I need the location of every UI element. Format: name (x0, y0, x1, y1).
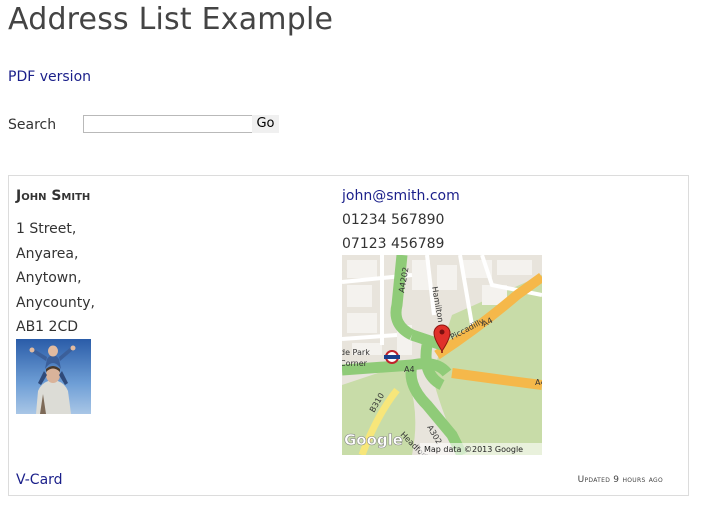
search-label: Search (8, 117, 57, 133)
address-line: 1 Street, (16, 221, 77, 237)
contact-photo (16, 339, 91, 414)
address-line: Anycounty, (16, 294, 95, 311)
go-button[interactable]: Go (252, 115, 279, 133)
address-line: AB1 2CD (16, 319, 79, 335)
page-title: Address List Example (8, 2, 334, 37)
vcard-link[interactable]: V-Card (16, 470, 63, 490)
contact-name: John Smith (16, 188, 91, 204)
contact-email-link[interactable]: john@smith.com (342, 186, 460, 206)
contact-phone: 07123 456789 (342, 236, 445, 252)
updated-timestamp: Updated 9 hours ago (577, 475, 663, 485)
search-input[interactable] (83, 115, 253, 133)
map-attribution: Map data ©2013 Google (424, 445, 523, 454)
map-road-label: Corner (342, 359, 368, 368)
map-road-label: de Park (342, 348, 370, 357)
contact-address: 1 Street, Anyarea, Anytown, Anycounty, A… (16, 217, 95, 340)
map-road-label: A4 (535, 378, 542, 387)
contact-map[interactable]: A4202 Hamilton Piccadilly A4 A4 A4 de Pa… (342, 255, 542, 455)
contact-phone: 01234 567890 (342, 212, 445, 228)
contact-card: John Smith 1 Street, Anyarea, Anytown, A… (8, 175, 689, 496)
address-line: Anyarea, (16, 245, 79, 262)
map-road-label: A4 (404, 365, 415, 374)
google-logo: Google (344, 431, 403, 449)
address-line: Anytown, (16, 270, 82, 286)
pdf-version-link[interactable]: PDF version (8, 67, 91, 87)
